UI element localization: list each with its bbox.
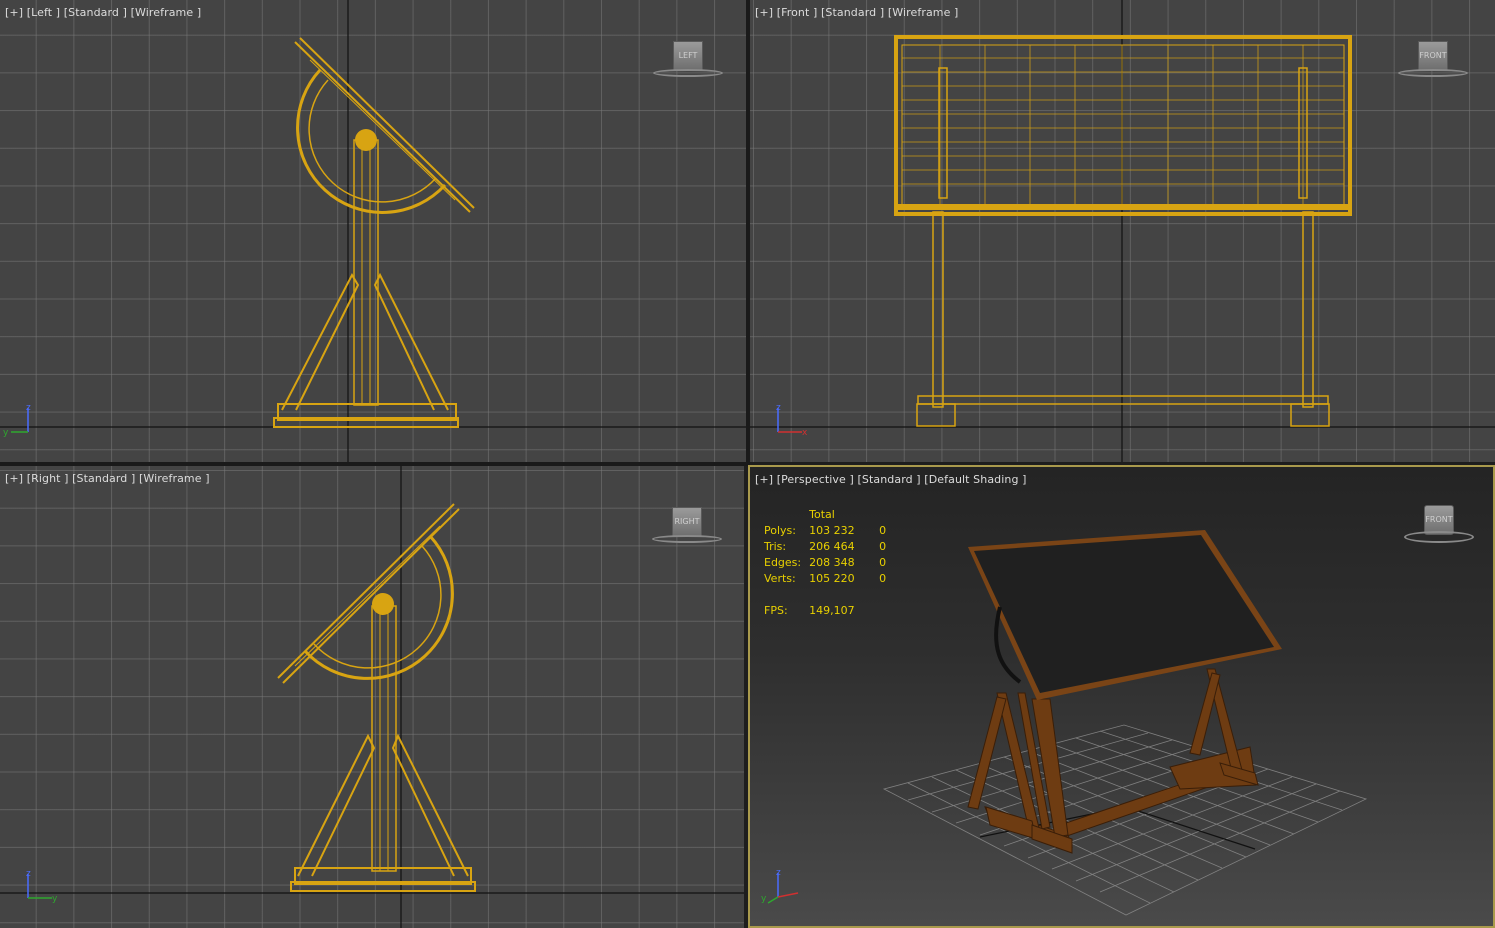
stats-total: 208 348 xyxy=(809,556,855,569)
axis-tripod: z x xyxy=(776,403,808,438)
left-view-wireframe xyxy=(0,0,746,462)
stats-total: 206 464 xyxy=(809,540,855,553)
axis-tripod: z y xyxy=(26,869,58,904)
viewcube-face-label: FRONT xyxy=(1425,515,1453,524)
axis-x-label: x xyxy=(802,428,808,438)
stats-label: Edges: xyxy=(764,556,802,569)
axis-y-label: y xyxy=(3,428,9,438)
axis-tripod: z y xyxy=(3,403,31,438)
axis-z-label: z xyxy=(26,869,31,879)
stats-label: Polys: xyxy=(764,524,796,537)
axis-z-label: z xyxy=(776,403,781,413)
stats-total: 103 232 xyxy=(809,524,855,537)
viewport-label[interactable]: [+] [Front ] [Standard ] [Wireframe ] xyxy=(755,6,958,19)
viewcube-face-label: FRONT xyxy=(1419,51,1447,60)
statistics-overlay: Total Polys: 103 232 0 Tris: 206 464 0 Edges… xyxy=(764,507,894,619)
stats-selected: 0 xyxy=(879,572,887,585)
viewcube-face-label: LEFT xyxy=(678,51,698,60)
stats-selected: 0 xyxy=(879,524,887,537)
viewport-label[interactable]: [+] [Left ] [Standard ] [Wireframe ] xyxy=(5,6,201,19)
viewport-label[interactable]: [+] [Right ] [Standard ] [Wireframe ] xyxy=(5,472,210,485)
stats-row: Tris: 206 464 0 xyxy=(764,539,894,555)
fps-value: 149,107 xyxy=(809,604,855,617)
viewport-front[interactable]: [+] [Front ] [Standard ] [Wireframe ] FR… xyxy=(750,0,1495,462)
axis-y-label: y xyxy=(52,894,58,904)
viewport-label[interactable]: [+] [Perspective ] [Standard ] [Default … xyxy=(755,473,1027,486)
axis-y-label: y xyxy=(761,894,767,904)
viewport-perspective[interactable]: [+] [Perspective ] [Standard ] [Default … xyxy=(748,465,1495,928)
viewcube-right[interactable]: RIGHT xyxy=(650,507,726,551)
axis-z-label: z xyxy=(776,868,781,878)
stats-row: Verts: 105 220 0 xyxy=(764,571,894,587)
stats-label: Verts: xyxy=(764,572,796,585)
stats-selected: 0 xyxy=(879,556,887,569)
stats-header: Total xyxy=(809,508,835,521)
stats-row: Polys: 103 232 0 xyxy=(764,523,894,539)
viewcube-left[interactable]: LEFT xyxy=(651,41,727,85)
stats-selected: 0 xyxy=(879,540,887,553)
axis-z-label: z xyxy=(26,403,31,413)
stats-label: Tris: xyxy=(764,540,787,553)
viewcube-face-label: RIGHT xyxy=(674,517,700,526)
viewport-left[interactable]: [+] [Left ] [Standard ] [Wireframe ] LEF… xyxy=(0,0,746,462)
axis-tripod: z y xyxy=(761,868,799,904)
viewcube-perspective[interactable]: FRONT xyxy=(1402,505,1478,549)
right-view-wireframe xyxy=(0,466,744,928)
stats-row: Edges: 208 348 0 xyxy=(764,555,894,571)
stats-total: 105 220 xyxy=(809,572,855,585)
viewport-right[interactable]: [+] [Right ] [Standard ] [Wireframe ] RI… xyxy=(0,466,744,928)
viewcube-front[interactable]: FRONT xyxy=(1396,41,1472,85)
fps-label: FPS: xyxy=(764,604,788,617)
front-view-wireframe xyxy=(750,0,1495,462)
